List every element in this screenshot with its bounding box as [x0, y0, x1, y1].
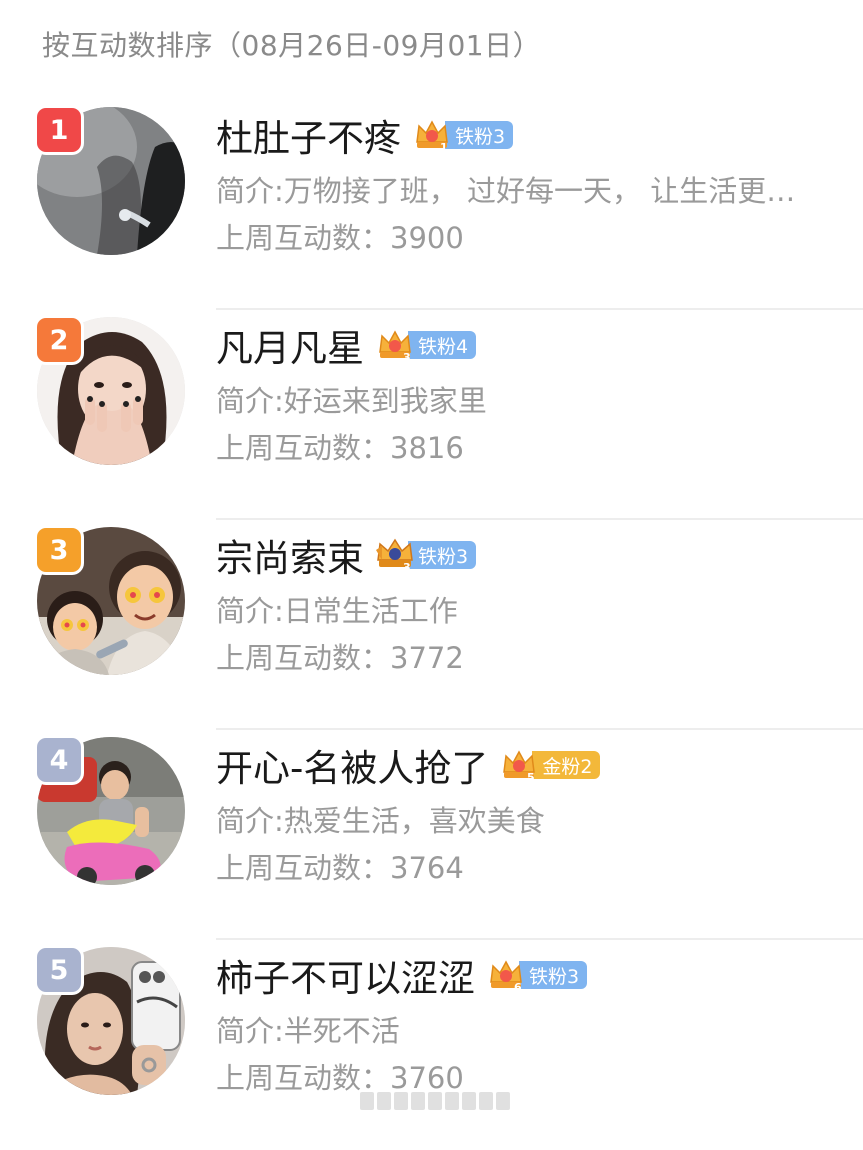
fan-level-label: 铁粉3	[408, 541, 477, 569]
svg-text:3: 3	[403, 561, 411, 574]
user-name[interactable]: 杜肚子不疼	[216, 108, 401, 162]
user-name[interactable]: 凡月凡星	[216, 318, 364, 372]
crown-icon: 6	[490, 960, 522, 994]
list-item[interactable]: 3 宗尚索束 3 铁粉3 简介:日常生活工作 上周互动数：3772	[0, 520, 863, 730]
rank-badge: 3	[37, 528, 81, 572]
svg-text:5: 5	[527, 771, 535, 784]
fan-badge: 6 铁粉3	[487, 958, 588, 994]
crown-icon: 1	[416, 120, 448, 154]
page-title: 按互动数排序（08月26日-09月01日）	[42, 29, 542, 62]
svg-text:1: 1	[440, 141, 448, 154]
user-name[interactable]: 柿子不可以涩涩	[216, 948, 475, 1002]
rank-badge: 1	[37, 108, 81, 152]
fan-badge: 3 铁粉3	[376, 538, 477, 574]
fan-level-label: 铁粉3	[445, 121, 514, 149]
crown-icon: 3	[379, 330, 411, 364]
list-item[interactable]: 2 凡月凡星 3 铁粉4 简介:好运来到我家里 上周互动数：3816	[0, 310, 863, 520]
user-intro: 简介:日常生活工作	[216, 594, 458, 628]
rank-badge: 5	[37, 948, 81, 992]
crown-icon: 3	[376, 538, 413, 574]
interaction-count: 上周互动数：3760	[216, 1061, 464, 1095]
interaction-count: 上周互动数：3816	[216, 431, 464, 465]
interaction-count: 上周互动数：3900	[216, 221, 464, 255]
fan-badge: 1 铁粉3	[413, 118, 514, 154]
user-intro: 简介:热爱生活，喜欢美食	[216, 804, 545, 838]
user-intro: 简介:好运来到我家里	[216, 384, 487, 418]
watermark	[360, 1092, 520, 1112]
list-item[interactable]: 1 杜肚子不疼 1 铁粉3 简介:万物接了班， 过好每一天， 让生活更… 上周互…	[0, 100, 863, 310]
user-name[interactable]: 开心-名被人抢了	[216, 738, 488, 792]
fan-level-label: 铁粉3	[519, 961, 588, 989]
rank-badge: 4	[37, 738, 81, 782]
svg-text:6: 6	[514, 981, 522, 994]
list-item[interactable]: 5 柿子不可以涩涩 6 铁粉3 简介:半死不活 上周互动数：3760	[0, 940, 863, 1150]
fan-ranking-list: 1 杜肚子不疼 1 铁粉3 简介:万物接了班， 过好每一天， 让生活更… 上周互…	[0, 100, 863, 1150]
fan-level-label: 铁粉4	[408, 331, 477, 359]
crown-icon: 5	[503, 750, 536, 784]
list-item[interactable]: 4 开心-名被人抢了 5 金粉2 简介:热爱生活，喜欢美食 上周互动数：3764	[0, 730, 863, 940]
user-intro: 简介:半死不活	[216, 1014, 400, 1048]
interaction-count: 上周互动数：3772	[216, 641, 464, 675]
fan-level-label: 金粉2	[532, 751, 601, 779]
user-intro: 简介:万物接了班， 过好每一天， 让生活更…	[216, 174, 796, 208]
user-name[interactable]: 宗尚索束	[216, 528, 364, 582]
fan-badge: 5 金粉2	[500, 748, 601, 784]
fan-badge: 3 铁粉4	[376, 328, 477, 364]
svg-text:3: 3	[403, 351, 411, 364]
rank-badge: 2	[37, 318, 81, 362]
interaction-count: 上周互动数：3764	[216, 851, 464, 885]
